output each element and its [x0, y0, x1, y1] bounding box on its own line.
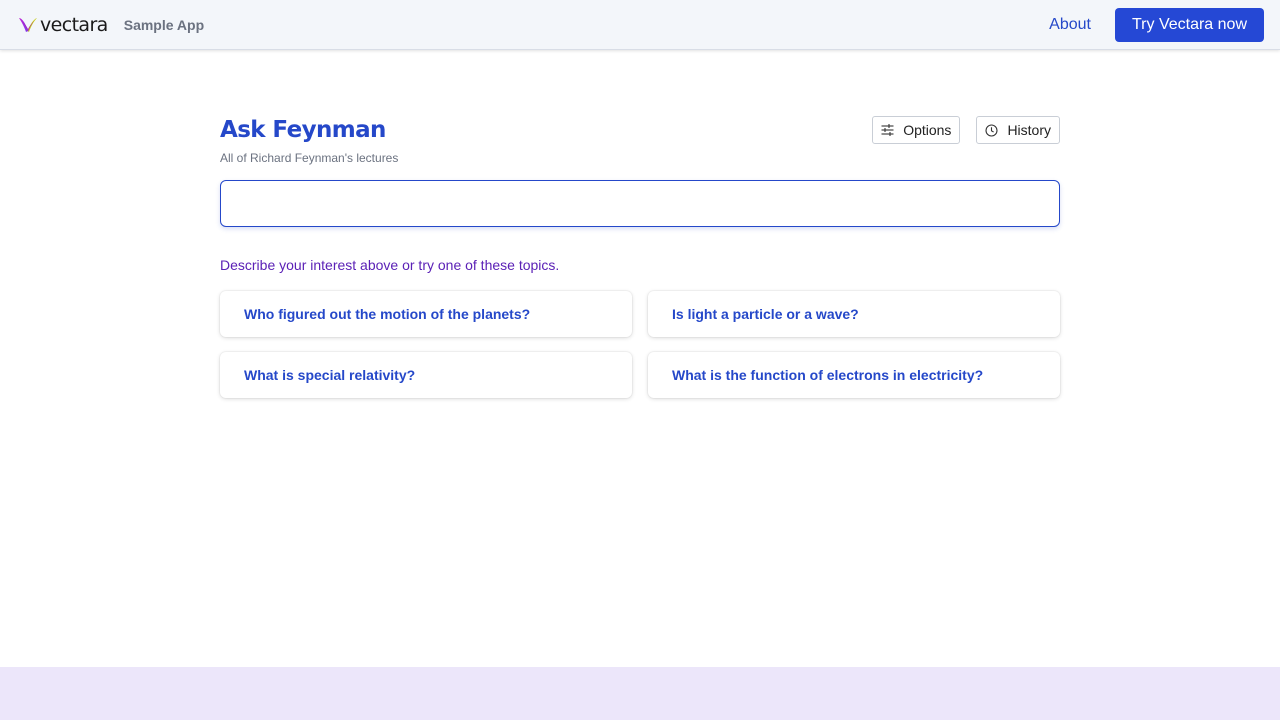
- topic-card-planets[interactable]: Who figured out the motion of the planet…: [220, 291, 632, 337]
- about-link[interactable]: About: [1049, 16, 1091, 34]
- clock-icon: [985, 123, 998, 137]
- sliders-icon: [881, 124, 894, 136]
- topic-card-relativity[interactable]: What is special relativity?: [220, 352, 632, 398]
- title-block: Ask Feynman All of Richard Feynman's lec…: [220, 100, 398, 165]
- top-navbar: vectara Sample App About Try Vectara now: [0, 0, 1280, 50]
- topics-prompt: Describe your interest above or try one …: [220, 257, 560, 273]
- main-content: Ask Feynman All of Richard Feynman's lec…: [220, 100, 1060, 398]
- history-label: History: [1007, 122, 1051, 138]
- search-input[interactable]: [220, 180, 1060, 227]
- options-button[interactable]: Options: [872, 116, 961, 144]
- brand: vectara Sample App: [18, 14, 204, 36]
- options-label: Options: [903, 122, 952, 138]
- page-header: Ask Feynman All of Richard Feynman's lec…: [220, 100, 1060, 180]
- history-button[interactable]: History: [976, 116, 1060, 144]
- page-title: Ask Feynman: [220, 117, 386, 143]
- vectara-logo-icon: [19, 17, 37, 32]
- logo-wordmark: vectara: [40, 13, 108, 36]
- vectara-logo[interactable]: vectara: [18, 14, 108, 36]
- footer-bar: [0, 667, 1280, 720]
- right-nav: About Try Vectara now: [1049, 7, 1264, 42]
- app-label: Sample App: [123, 16, 205, 33]
- try-vectara-button[interactable]: Try Vectara now: [1114, 7, 1264, 42]
- topic-card-electrons[interactable]: What is the function of electrons in ele…: [648, 352, 1060, 398]
- topic-grid: Who figured out the motion of the planet…: [220, 291, 1060, 398]
- topic-card-light[interactable]: Is light a particle or a wave?: [648, 291, 1060, 337]
- page-subtitle: All of Richard Feynman's lectures: [220, 151, 399, 165]
- header-actions: Options History: [856, 116, 1060, 144]
